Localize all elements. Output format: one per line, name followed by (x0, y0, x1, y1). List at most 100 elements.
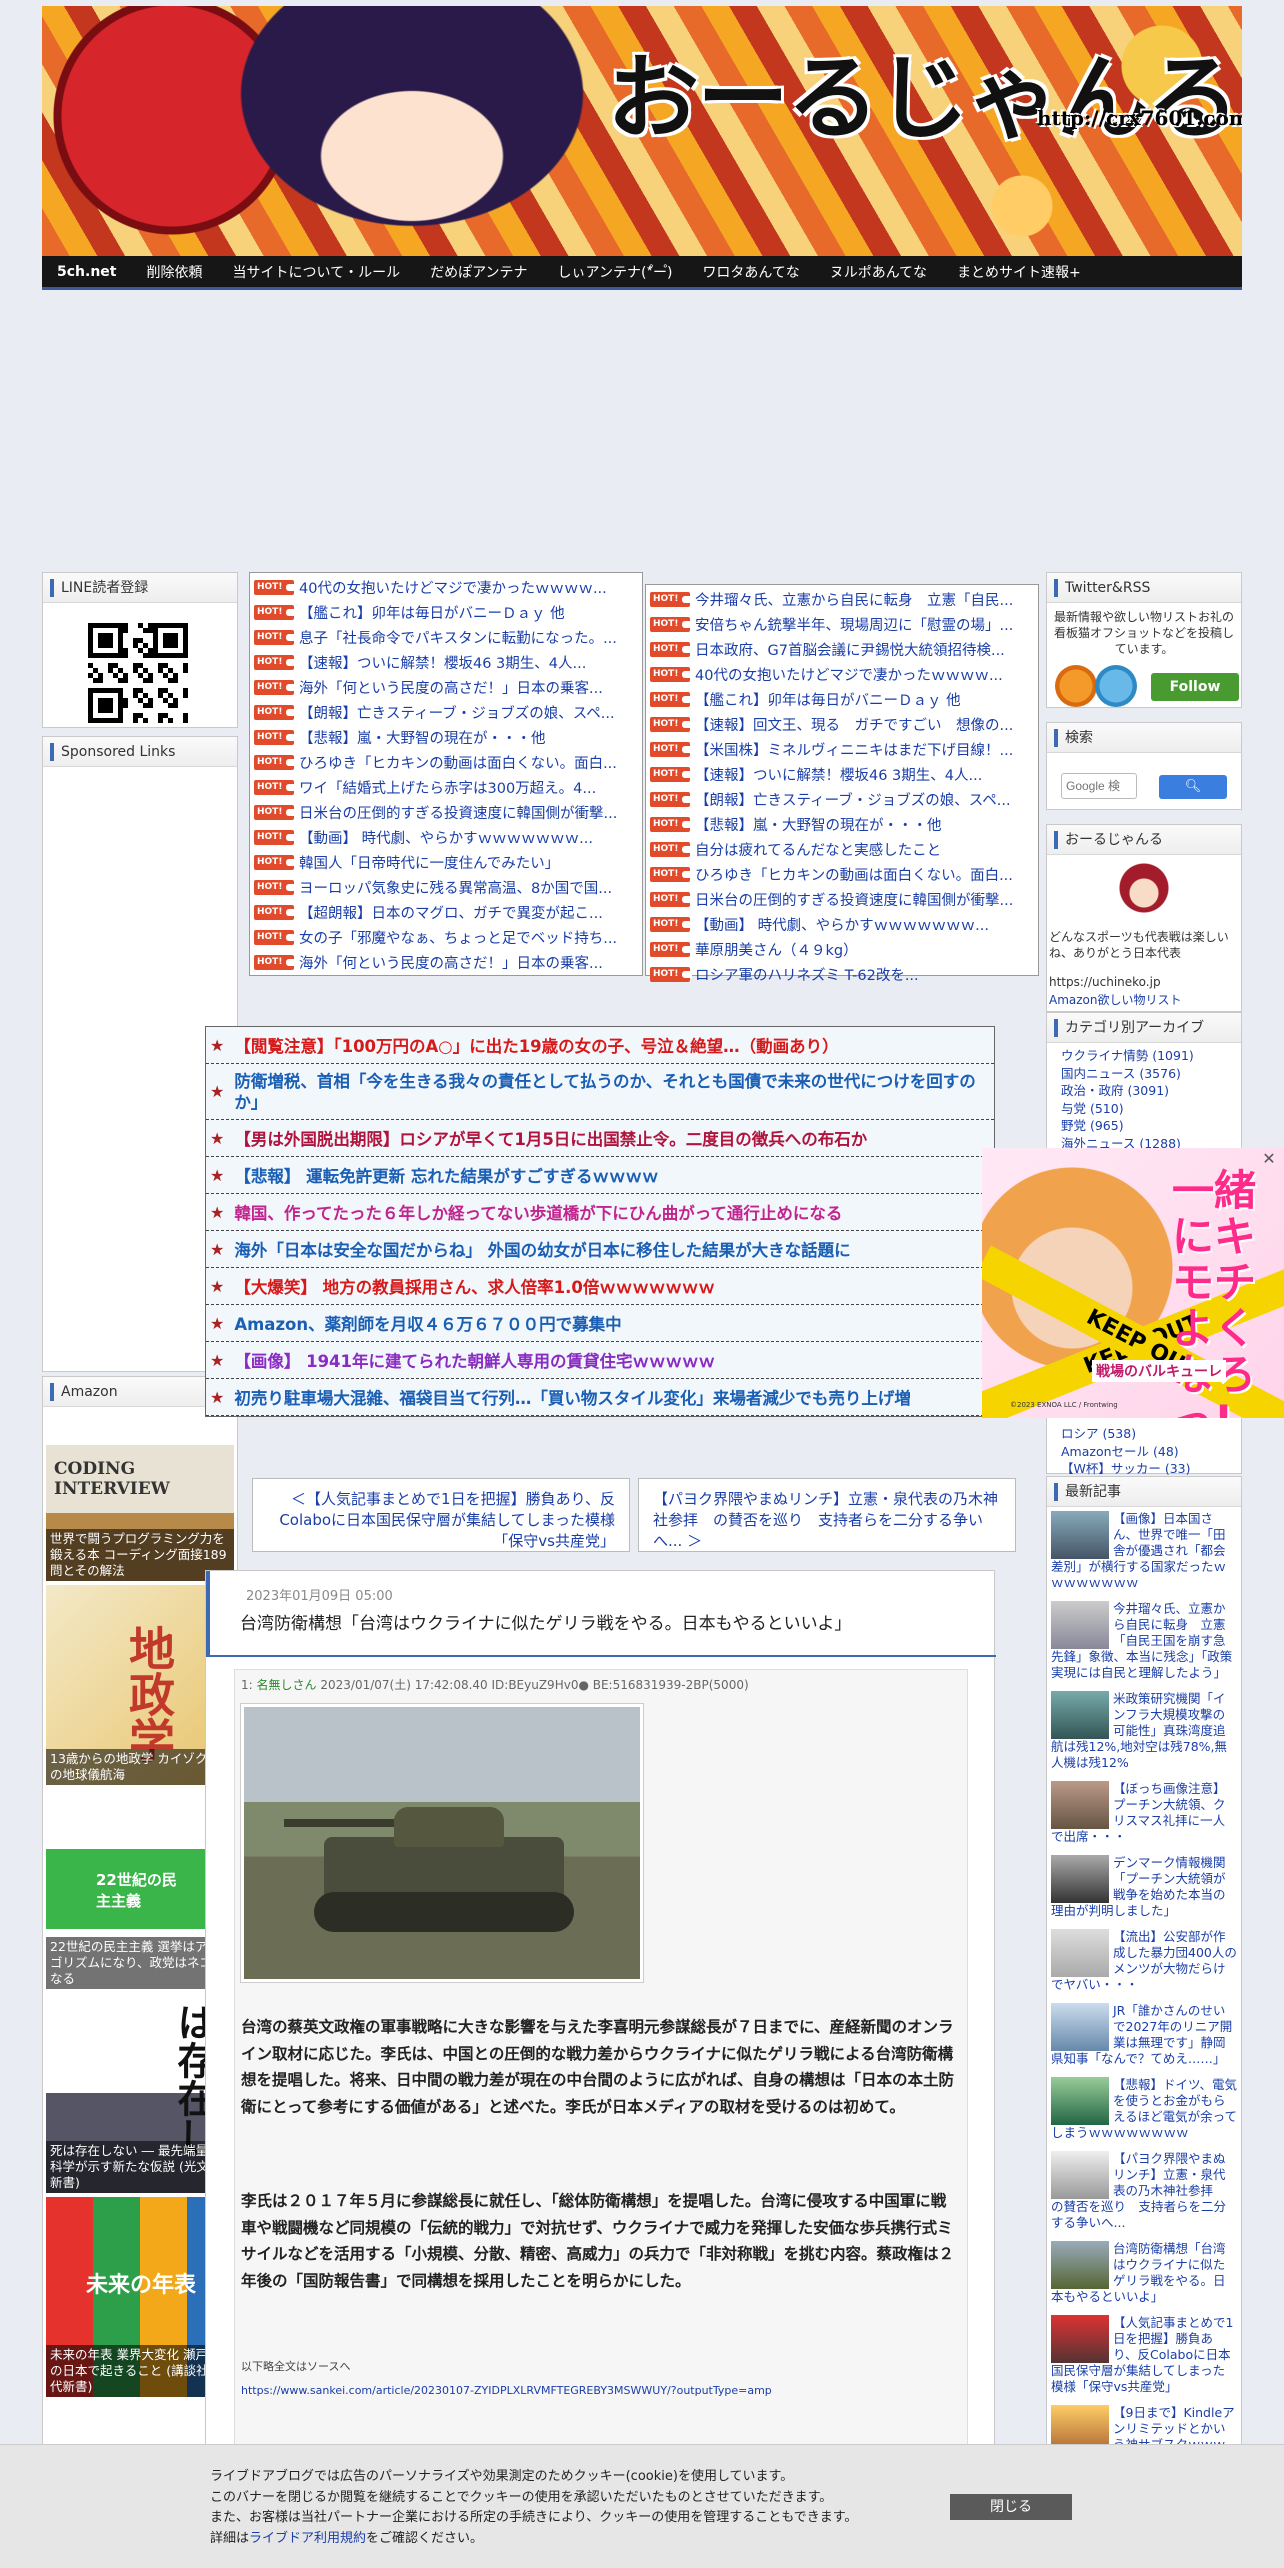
book-item[interactable]: CODING INTERVIEW 世界で闘うプログラミング力を鍛える本 コーディ… (46, 1411, 234, 1581)
terms-link[interactable]: ライブドア利用規約 (249, 2531, 366, 2546)
category-link[interactable]: Amazonセール (48) (1047, 1443, 1191, 1461)
latest-article[interactable]: 【9日まで】Kindleアンリミテッドとかいう神サブスクｗｗｗｗｗ (1051, 2405, 1237, 2445)
prev-article-link[interactable]: ＜【人気記事まとめで1日を把握】勝負あり、反Colaboに日本国民保守層が集結し… (252, 1478, 630, 1552)
category-link[interactable]: 政治・政府 (3091) (1047, 1082, 1241, 1100)
antenna-link[interactable]: HOT! 日本政府、G7首脳会議に尹錫悦大統領招待検... (650, 637, 1034, 662)
antenna-link[interactable]: HOT! 【速報】回文王、現る ガチですごい 想像の... (650, 712, 1034, 737)
nav-link[interactable]: しぃアンテナ(*゚ー゚) (543, 262, 688, 282)
antenna-link[interactable]: HOT! 息子「社長命令でパキスタンに転勤になった。... (254, 625, 638, 650)
cookie-close-button[interactable]: 閉じる (950, 2494, 1072, 2520)
tank-photo[interactable] (241, 1704, 643, 1982)
antenna-link[interactable]: HOT! 日米台の圧倒的すぎる投資速度に韓国側が衝撃... (254, 800, 638, 825)
hot-badge-icon: HOT! (254, 805, 296, 820)
pickup-item[interactable]: ★ 海外「日本は安全な国だからね」 外国の幼女が日本に移住した結果が大きな話題に (206, 1231, 994, 1268)
category-link[interactable]: ロシア (538) (1047, 1425, 1191, 1443)
latest-article[interactable]: 米政策研究機関「インフラ大規模攻撃の可能性」真珠湾度追航は残12%,地対空は残7… (1051, 1691, 1237, 1771)
follow-button[interactable]: Follow (1151, 673, 1239, 701)
nav-link[interactable]: ワロタあんてな (687, 262, 814, 282)
antenna-link[interactable]: HOT! 40代の女抱いたけどマジで凄かったｗｗｗｗ... (650, 662, 1034, 687)
pickup-item[interactable]: ★ 【画像】 1941年に建てられた朝鮮人専用の賃貸住宅ｗｗｗｗｗ (206, 1342, 994, 1379)
latest-article[interactable]: 【人気記事まとめで1日を把握】勝負あり、反Colaboに日本国民保守層が集結して… (1051, 2315, 1237, 2395)
nav-link[interactable]: まとめサイト速報+ (942, 262, 1096, 282)
hot-badge-icon: HOT! (650, 642, 692, 657)
antenna-link[interactable]: HOT! 【悲報】嵐・大野智の現在が・・・他 (254, 725, 638, 750)
latest-article[interactable]: 【悲報】ドイツ、電気を使うとお金がもらえるほど電気が余ってしまうｗｗｗｗｗｗｗｗ (1051, 2077, 1237, 2141)
cookie-line: 詳細はライブドア利用規約をご確認ください。 (210, 2529, 857, 2550)
pickup-item[interactable]: ★ 韓国、作ってたった６年しか経ってない歩道橋が下にひん曲がって通行止めになる (206, 1194, 994, 1231)
antenna-link[interactable]: HOT! 【超朗報】日本のマグロ、ガチで異変が起こ... (254, 900, 638, 925)
category-link[interactable]: 国内ニュース (3576) (1047, 1065, 1241, 1083)
cookie-line: このバナーを閉じるか閲覧を継続することでクッキーの使用を承認いただいたものとさせ… (210, 2489, 833, 2505)
latest-article[interactable]: デンマーク情報機関「プーチン大統領が戦争を始めた本当の理由が判明しました」 (1051, 1855, 1237, 1919)
antenna-link-text: 今井瑠々氏、立憲から自民に転身 立憲「自民... (695, 593, 1014, 609)
nav-link[interactable]: 当サイトについて・ルール (217, 262, 415, 282)
antenna-link[interactable]: HOT! 海外「何という民度の高さだ！」日本の乗客... (254, 675, 638, 700)
hot-badge-icon: HOT! (650, 742, 692, 757)
category-link[interactable]: 野党 (965) (1047, 1117, 1241, 1135)
profile-link[interactable]: https://uchineko.jp (1049, 975, 1161, 989)
antenna-link[interactable]: HOT! 安倍ちゃん銃撃半年、現場周辺に「慰霊の場」... (650, 612, 1034, 637)
nav-link[interactable]: 5ch.net (42, 264, 131, 280)
wishlist-link[interactable]: Amazon欲しい物リスト (1049, 991, 1182, 1008)
pickup-item[interactable]: ★ 初売り駐車場大混雑、福袋目当て行列…「買い物スタイル変化」来場者減少でも売り上… (206, 1379, 994, 1416)
antenna-link[interactable]: HOT! 華原朋美さん（４９kg） (650, 937, 1034, 962)
latest-article[interactable]: 【流出】公安部が作成した暴力団400人のメンツが大物だらけでヤバい・・・ (1051, 1929, 1237, 1993)
search-button[interactable]: 🔍︎ (1159, 775, 1227, 799)
category-link[interactable]: 与党 (510) (1047, 1100, 1241, 1118)
latest-article[interactable]: JR「誰かさんのせいで2027年のリニア開業は無理です」静岡県知事「なんで？てめ… (1051, 2003, 1237, 2067)
header-banner[interactable]: おーるじゃんる http://crx7601.com (42, 6, 1242, 256)
pickup-item[interactable]: ★ Amazon、薬剤師を月収４６万６７００円で募集中 (206, 1305, 994, 1342)
antenna-link[interactable]: HOT! 韓国人「日帝時代に一度住んでみたい」 (254, 850, 638, 875)
nav-link[interactable]: 削除依頼 (131, 262, 217, 282)
nav-link[interactable]: だめぽアンテナ (415, 262, 542, 282)
floating-ad[interactable]: KEEP OUT KEEP OUT 一緒にキモチよくなろっ! 戦場のバルキューレ… (982, 1148, 1284, 1418)
antenna-link[interactable]: HOT! 【艦これ】卯年は毎日がバニーＤａｙ 他 (650, 687, 1034, 712)
pickup-item[interactable]: ★ 【男は外国脱出期限】ロシアが早くて1月5日に出国禁止令。二度目の徴兵への布石か (206, 1120, 994, 1157)
latest-article[interactable]: 【ぼっち画像注意】プーチン大統領、クリスマス礼拝に一人で出席・・・ (1051, 1781, 1237, 1845)
pickup-item[interactable]: ★ 防衛増税、首相「今を生きる我々の責任として払うのか、それとも国債で未来の世代に… (206, 1064, 994, 1120)
antenna-link[interactable]: HOT! 【朗報】亡きスティーブ・ジョブズの娘、スペ... (254, 700, 638, 725)
close-icon[interactable]: ✕ (1260, 1150, 1278, 1168)
antenna-link[interactable]: HOT! 【悲報】嵐・大野智の現在が・・・他 (650, 812, 1034, 837)
antenna-link[interactable]: HOT! 日米台の圧倒的すぎる投資速度に韓国側が衝撃... (650, 887, 1034, 912)
antenna-link[interactable]: HOT! 【動画】 時代劇、やらかすｗｗｗｗｗｗｗ... (254, 825, 638, 850)
category-link[interactable]: ウクライナ情勢 (1091) (1047, 1047, 1241, 1065)
source-link[interactable]: https://www.sankei.com/article/20230107-… (241, 2384, 772, 2397)
twitter-icon[interactable] (1095, 665, 1137, 707)
antenna-link[interactable]: HOT! 【艦これ】卯年は毎日がバニーＤａｙ 他 (254, 600, 638, 625)
antenna-link[interactable]: HOT! 【速報】ついに解禁！櫻坂46 3期生、4人... (650, 762, 1034, 787)
antenna-link[interactable]: HOT! ひろゆき「ヒカキンの動画は面白くない。面白... (254, 750, 638, 775)
latest-article[interactable]: 台湾防衛構想「台湾はウクライナに似たゲリラ戦をやる。日本もやるといいよ」 (1051, 2241, 1237, 2305)
antenna-link[interactable]: HOT! 40代の女抱いたけどマジで凄かったｗｗｗｗ... (254, 575, 638, 600)
star-icon: ★ (210, 1276, 225, 1296)
qr-code-icon[interactable] (88, 623, 188, 723)
antenna-link[interactable]: HOT! 【米国株】ミネルヴィニニキはまだ下げ目線！... (650, 737, 1034, 762)
nav-link[interactable]: ヌルポあんてな (815, 262, 942, 282)
antenna-link[interactable]: HOT! 【朗報】亡きスティーブ・ジョブズの娘、スペ... (650, 787, 1034, 812)
search-input[interactable] (1061, 773, 1137, 799)
antenna-link[interactable]: HOT! ヨーロッパ気象史に残る異常高温、8か国で国... (254, 875, 638, 900)
latest-article[interactable]: 今井瑠々氏、立憲から自民に転身 立憲「自民王国を崩す急先鋒」象徴、本当に残念」「… (1051, 1601, 1237, 1681)
pickup-item[interactable]: ★ 【閲覧注意】「100万円のA○」に出た19歳の女の子、号泣＆絶望…（動画あり） (206, 1027, 994, 1064)
latest-article[interactable]: 【パヨク界隈やまぬリンチ】立憲・泉代表の乃木神社参拝 の賛否を巡り 支持者らを二… (1051, 2151, 1237, 2231)
antenna-link-text: 息子「社長命令でパキスタンに転勤になった。... (299, 631, 617, 647)
article-title[interactable]: 台湾防衛構想「台湾はウクライナに似たゲリラ戦をやる。日本もやるといいよ」 (240, 1609, 851, 1634)
antenna-link[interactable]: HOT! 【動画】 時代劇、やらかすｗｗｗｗｗｗｗ... (650, 912, 1034, 937)
latest-article[interactable]: 【画像】日本国さん、世界で唯一「田舎が優遇され「都会差別」が横行する国家だったｗ… (1051, 1511, 1237, 1591)
antenna-link[interactable]: HOT! 海外「何という民度の高さだ！」日本の乗客... (254, 950, 638, 975)
pickup-item[interactable]: ★ 【大爆笑】 地方の教員採用さん、求人倍率1.0倍ｗｗｗｗｗｗｗ (206, 1268, 994, 1305)
rss-icon[interactable] (1055, 665, 1097, 707)
line-widget-title: LINE読者登録 (43, 573, 237, 603)
antenna-link[interactable]: HOT! 今井瑠々氏、立憲から自民に転身 立憲「自民... (650, 587, 1034, 612)
pickup-item[interactable]: ★ 【悲報】 運転免許更新 忘れた結果がすごすぎるｗｗｗｗ (206, 1157, 994, 1194)
antenna-link[interactable]: HOT! ロシア軍のハリネズミ T-62改を... (650, 962, 1034, 987)
antenna-link[interactable]: HOT! 女の子「邪魔やなぁ、ちょっと足でベッド持ち... (254, 925, 638, 950)
next-article-link[interactable]: 【パヨク界隈やまぬリンチ】立憲・泉代表の乃木神社参拝 の賛否を巡り 支持者らを二… (638, 1478, 1016, 1552)
pickup-item-text: 韓国、作ってたった６年しか経ってない歩道橋が下にひん曲がって通行止めになる (234, 1204, 843, 1223)
hot-badge-icon: HOT! (254, 605, 296, 620)
antenna-link[interactable]: HOT! ひろゆき「ヒカキンの動画は面白くない。面白... (650, 862, 1034, 887)
antenna-link[interactable]: HOT! ワイ「結婚式上げたら赤字は300万超え。4... (254, 775, 638, 800)
category-link[interactable]: 【W杯】サッカー (33) (1047, 1460, 1191, 1478)
antenna-link[interactable]: HOT! 【速報】ついに解禁！櫻坂46 3期生、4人... (254, 650, 638, 675)
antenna-link[interactable]: HOT! 自分は疲れてるんだなと実感したこと (650, 837, 1034, 862)
